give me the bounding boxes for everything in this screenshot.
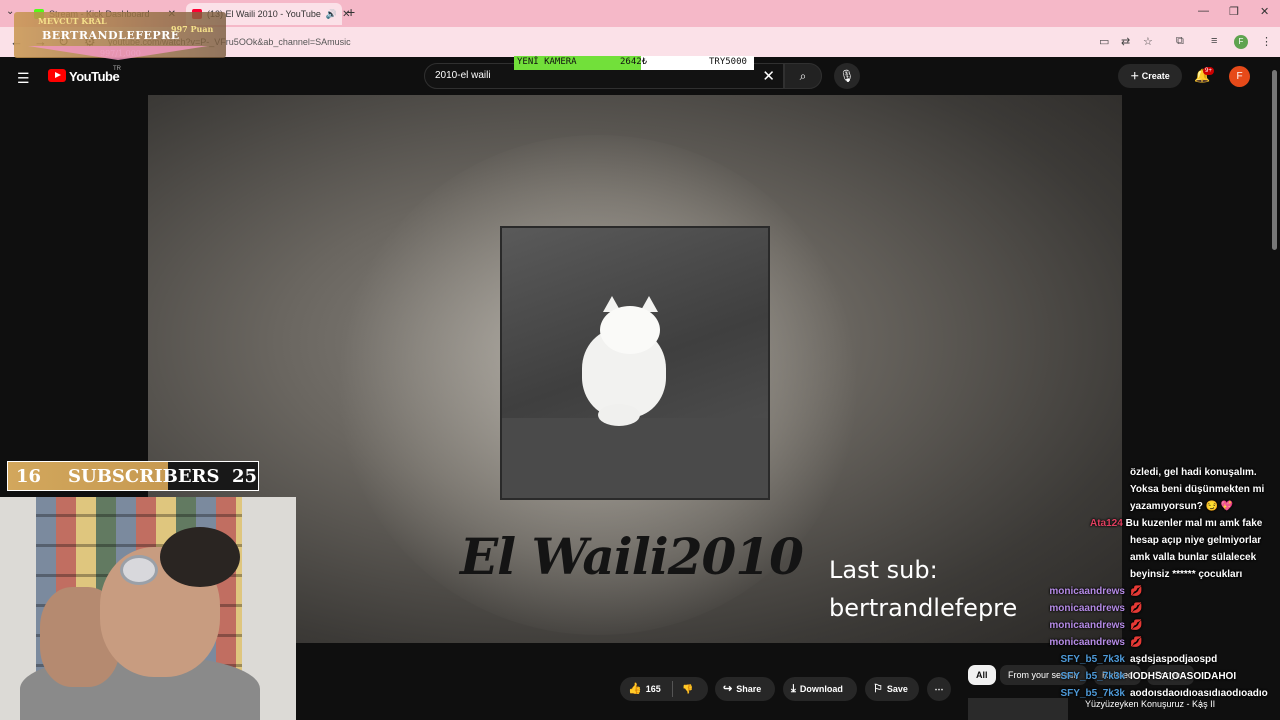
chat-message: SFY_b5_7k3k aodoısdaoıdıoasıdıaodıoadıo xyxy=(1040,685,1276,702)
plus-icon: ＋ xyxy=(1130,71,1142,81)
minimize-icon[interactable]: — xyxy=(1198,5,1209,17)
bookmark-star-icon[interactable]: ☆ xyxy=(1143,35,1153,48)
chat-text: Bu kuzenler mal mı amk fake hesap açıp n… xyxy=(1125,518,1263,580)
chat-text: aodoısdaoıdıoasıdıaodıoadıo xyxy=(1130,688,1268,699)
chat-username: SFY_b5_7k3k xyxy=(1060,671,1126,682)
subscriber-goal-bar: 16 SUBSCRIBERS 25 xyxy=(7,461,259,491)
url-field[interactable]: youtube.com/watch?v=P-_VFru5OOk&ab_chann… xyxy=(100,31,1100,53)
microphone-icon: 🎙 xyxy=(839,69,855,83)
goal-current: 2642₺ xyxy=(620,57,648,67)
voice-search-button[interactable]: 🎙 xyxy=(834,63,860,89)
cat-paw-shape xyxy=(598,404,640,426)
close-window-icon[interactable]: ✕ xyxy=(1260,5,1269,18)
notification-count-badge: 9+ xyxy=(1203,67,1214,75)
chat-overlay: özledi, gel hadi konuşalım. Yoksa beni d… xyxy=(1040,464,1276,702)
share-label: Share xyxy=(736,684,762,694)
page-scrollbar[interactable] xyxy=(1272,70,1277,250)
chat-username: Ata124 xyxy=(1090,518,1123,529)
chat-message: SFY_b5_7k3k aşdsjaspodjaospd xyxy=(1040,651,1276,668)
extensions-icon[interactable]: ⧉ xyxy=(1176,35,1184,48)
chat-text: 💋 xyxy=(1130,586,1143,597)
donation-goal-bar: YENİ KAMERA 2642₺ TRY5000 xyxy=(514,56,754,70)
last-sub-widget: Last sub: bertrandlefepre xyxy=(829,551,1017,627)
subs-label: SUBSCRIBERS xyxy=(68,466,220,487)
chat-text: özledi, gel hadi konuşalım. Yoksa beni d… xyxy=(1130,467,1265,512)
like-divider xyxy=(672,681,673,697)
chat-username: SFY_b5_7k3k xyxy=(1060,654,1126,665)
chat-message: monicaandrews 💋 xyxy=(1040,617,1276,634)
new-tab-button[interactable]: + xyxy=(347,4,355,20)
like-button[interactable]: 👍 165 👎 xyxy=(620,677,708,701)
king-points: 997 Puan xyxy=(171,24,214,34)
save-bookmark-icon: ⚐ xyxy=(873,683,883,695)
chat-message: monicaandrews 💋 xyxy=(1040,583,1276,600)
chat-text: 💋 xyxy=(1130,620,1143,631)
cat-head-shape xyxy=(600,306,660,354)
subs-goal: 25 xyxy=(232,466,258,487)
create-button[interactable]: ＋ Create xyxy=(1118,64,1182,88)
chip-all[interactable]: All xyxy=(968,665,996,685)
sofa-shape xyxy=(502,418,768,498)
video-cat-photo xyxy=(500,226,770,500)
chat-text: 💋 xyxy=(1130,637,1143,648)
chat-text: IODHSAIOASOIDAHOI xyxy=(1130,671,1237,682)
search-query[interactable]: 2010-el waili xyxy=(435,70,491,81)
search-button[interactable]: ⌕ xyxy=(784,63,822,89)
download-button[interactable]: ⤓ Download xyxy=(783,677,857,701)
chat-username: monicaandrews xyxy=(1049,586,1125,597)
chat-username: SFY_b5_7k3k xyxy=(1060,688,1126,699)
download-icon: ⤓ xyxy=(791,683,796,695)
save-button[interactable]: ⚐ Save xyxy=(865,677,919,701)
goal-label: YENİ KAMERA xyxy=(517,57,577,67)
download-label: Download xyxy=(799,684,843,694)
account-avatar[interactable]: F xyxy=(1229,66,1250,87)
chat-username: monicaandrews xyxy=(1049,603,1125,614)
king-name: BERTRANDLEFEPRE xyxy=(42,29,180,42)
more-dots-icon: ⋯ xyxy=(934,684,944,694)
subs-current: 16 xyxy=(16,466,42,487)
menu-hamburger-icon[interactable]: ☰ xyxy=(17,70,30,87)
thumbs-up-icon: 👍 xyxy=(628,683,642,695)
chat-message: Ata124 Bu kuzenler mal mı amk fake hesap… xyxy=(1040,515,1276,583)
chat-username: monicaandrews xyxy=(1049,620,1125,631)
browser-profile-avatar[interactable]: F xyxy=(1234,35,1248,49)
webcam-feed xyxy=(0,497,296,720)
chat-message: monicaandrews 💋 xyxy=(1040,634,1276,651)
cast-icon[interactable]: ▭ xyxy=(1099,35,1109,48)
like-count: 165 xyxy=(645,684,661,694)
youtube-logo-icon[interactable] xyxy=(48,69,66,82)
chat-message: özledi, gel hadi konuşalım. Yoksa beni d… xyxy=(1040,464,1276,515)
search-icon: ⌕ xyxy=(799,69,807,83)
clear-search-icon[interactable]: ✕ xyxy=(762,67,775,85)
chat-username: monicaandrews xyxy=(1049,637,1125,648)
share-arrow-icon: ↪ xyxy=(723,683,733,695)
person-hair xyxy=(160,527,240,587)
region-code: TR xyxy=(113,66,121,72)
restore-icon[interactable]: ❐ xyxy=(1229,5,1239,18)
last-sub-name: bertrandlefepre xyxy=(829,594,1018,622)
video-title-overlay: El Waili2010 xyxy=(460,527,804,586)
more-actions-button[interactable]: ⋯ xyxy=(927,677,951,701)
chat-message: SFY_b5_7k3k IODHSAIOASOIDAHOI xyxy=(1040,668,1276,685)
chat-text: 💋 xyxy=(1130,603,1143,614)
goal-target: TRY5000 xyxy=(709,57,747,67)
thumbs-down-icon[interactable]: 👎 xyxy=(682,677,693,701)
king-widget-ribbon xyxy=(28,46,208,60)
speaker-icon[interactable]: 🔊 xyxy=(326,9,337,20)
browser-menu-icon[interactable]: ⋮ xyxy=(1261,35,1272,48)
last-sub-label: Last sub: xyxy=(829,556,938,584)
create-label: Create xyxy=(1141,71,1170,81)
reading-list-icon[interactable]: ≡ xyxy=(1211,35,1217,47)
share-button[interactable]: ↪ Share xyxy=(715,677,775,701)
chat-message: monicaandrews 💋 xyxy=(1040,600,1276,617)
drink-can xyxy=(120,555,158,585)
chat-text: aşdsjaspodjaospd xyxy=(1130,654,1218,665)
translate-icon[interactable]: ⇄ xyxy=(1121,35,1130,48)
king-label: MEVCUT KRAL xyxy=(38,16,107,26)
save-label: Save xyxy=(886,684,908,694)
youtube-logo-text[interactable]: YouTube xyxy=(69,69,120,84)
